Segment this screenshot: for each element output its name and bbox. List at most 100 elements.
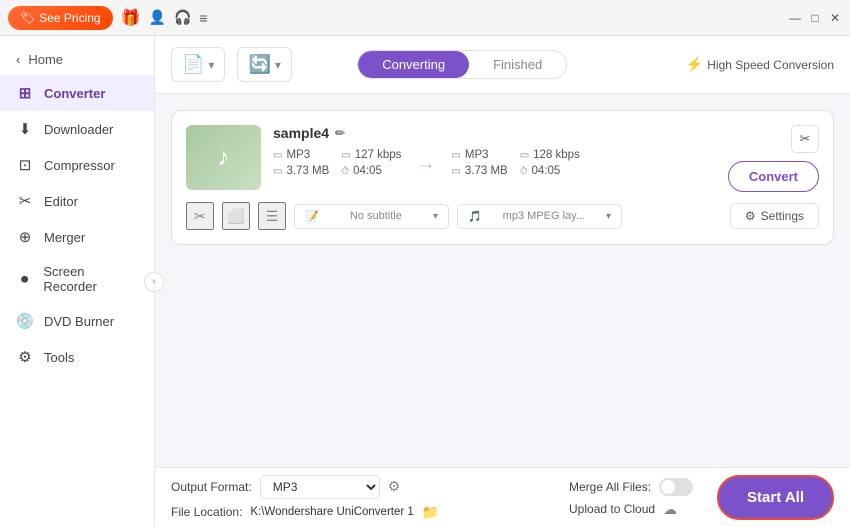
bitrate-icon: ▭ bbox=[341, 150, 350, 161]
source-size-row: ▭ 3.73 MB bbox=[273, 165, 329, 177]
add-file-icon: 📄 bbox=[182, 54, 204, 75]
add-extra-icon: 🔄 bbox=[248, 54, 270, 75]
cut-icon-button[interactable]: ✂ bbox=[186, 202, 214, 230]
cloud-upload-icon[interactable]: ☁ bbox=[663, 501, 677, 518]
duration-icon: ⏱ bbox=[341, 166, 349, 177]
output-format-label: Output Format: bbox=[171, 480, 252, 494]
tab-converting[interactable]: Converting bbox=[358, 51, 469, 78]
see-pricing-button[interactable]: 🏷 See Pricing bbox=[8, 6, 113, 30]
back-arrow-icon: ‹ bbox=[16, 52, 20, 67]
sidebar-item-label: Screen Recorder bbox=[43, 264, 138, 294]
close-button[interactable]: ✕ bbox=[828, 11, 842, 25]
add-extra-button[interactable]: 🔄 ▾ bbox=[237, 47, 291, 82]
sidebar-item-label: DVD Burner bbox=[44, 314, 114, 329]
sidebar: ‹ Home ⊞ Converter ⬇ Downloader ⊡ Compre… bbox=[0, 36, 155, 527]
sidebar-item-label: Converter bbox=[44, 86, 105, 101]
file-thumbnail: ♪ bbox=[186, 125, 261, 190]
sidebar-item-label: Downloader bbox=[44, 122, 113, 137]
title-bar-left: 🏷 See Pricing 🎁 👤 🎧 ≡ bbox=[8, 6, 208, 30]
music-note-icon: ♪ bbox=[218, 144, 230, 172]
dest-size-row: ▭ 3.73 MB bbox=[451, 165, 507, 177]
convert-arrow-icon: → bbox=[417, 153, 435, 174]
add-file-button[interactable]: 📄 ▾ bbox=[171, 47, 225, 82]
list-icon-button[interactable]: ☰ bbox=[258, 202, 286, 230]
maximize-button[interactable]: □ bbox=[808, 11, 822, 25]
sidebar-item-label: Merger bbox=[44, 230, 85, 245]
crop-icon-button[interactable]: ⬜ bbox=[222, 202, 250, 230]
bottom-left: Output Format: MP3 ⚙ File Location: K:\W… bbox=[171, 475, 553, 521]
merge-files-row: Merge All Files: bbox=[569, 478, 693, 496]
file-format-icon: ▭ bbox=[273, 150, 282, 161]
edit-icon[interactable]: ✏ bbox=[335, 126, 345, 140]
dest-duration-icon: ⏱ bbox=[520, 166, 528, 177]
file-area: ♪ sample4 ✏ ▭ MP3 bbox=[155, 94, 850, 467]
toolbar: 📄 ▾ 🔄 ▾ Converting Finished ⚡ High Speed… bbox=[155, 36, 850, 94]
source-duration-row: ⏱ 04:05 bbox=[341, 165, 401, 177]
sidebar-item-screen-recorder[interactable]: ⏺ Screen Recorder bbox=[0, 255, 154, 303]
user-icon[interactable]: 👤 bbox=[149, 9, 166, 26]
minimize-button[interactable]: — bbox=[788, 11, 802, 25]
layer-arrow-icon: ▾ bbox=[606, 211, 611, 222]
upload-cloud-row: Upload to Cloud ☁ bbox=[569, 501, 693, 518]
settings-button[interactable]: ⚙ Settings bbox=[730, 203, 819, 229]
sidebar-item-downloader[interactable]: ⬇ Downloader bbox=[0, 111, 154, 147]
file-card: ♪ sample4 ✏ ▭ MP3 bbox=[171, 110, 834, 245]
bottom-bar: Output Format: MP3 ⚙ File Location: K:\W… bbox=[155, 467, 850, 527]
content-area: 📄 ▾ 🔄 ▾ Converting Finished ⚡ High Speed… bbox=[155, 36, 850, 527]
app-body: ‹ Home ⊞ Converter ⬇ Downloader ⊡ Compre… bbox=[0, 36, 850, 527]
merge-files-label: Merge All Files: bbox=[569, 480, 651, 494]
screen-recorder-icon: ⏺ bbox=[16, 270, 33, 288]
meta-dest: ▭ MP3 ▭ 3.73 MB bbox=[451, 149, 507, 177]
file-info: sample4 ✏ ▭ MP3 ▭ 3.73 bbox=[273, 125, 716, 177]
sidebar-item-dvd-burner[interactable]: 💿 DVD Burner bbox=[0, 303, 154, 339]
file-card-top: ♪ sample4 ✏ ▭ MP3 bbox=[186, 125, 819, 192]
add-label: ▾ bbox=[208, 58, 214, 72]
title-bar: 🏷 See Pricing 🎁 👤 🎧 ≡ — □ ✕ bbox=[0, 0, 850, 36]
tab-group: Converting Finished bbox=[357, 50, 567, 79]
meta-dest-extra: ▭ 128 kbps ⏱ 04:05 bbox=[520, 149, 580, 177]
tools-icon: ⚙ bbox=[16, 348, 34, 366]
sidebar-home[interactable]: ‹ Home bbox=[0, 44, 154, 75]
gift-icon[interactable]: 🎁 bbox=[121, 8, 141, 28]
sidebar-item-editor[interactable]: ✂ Editor bbox=[0, 183, 154, 219]
high-speed-info: ⚡ High Speed Conversion bbox=[686, 56, 834, 73]
subtitle-select[interactable]: 📝 No subtitle ▾ bbox=[294, 204, 449, 229]
subtitle-icon: 📝 bbox=[305, 210, 319, 223]
dest-bitrate-row: ▭ 128 kbps bbox=[520, 149, 580, 161]
subtitle-arrow-icon: ▾ bbox=[433, 211, 438, 222]
editor-icon: ✂ bbox=[16, 192, 34, 210]
action-edit-button[interactable]: ✂ bbox=[791, 125, 819, 153]
source-bitrate-row: ▭ 127 kbps bbox=[341, 149, 401, 161]
merge-files-toggle[interactable] bbox=[659, 478, 693, 496]
thumb-actions: ✂ bbox=[791, 125, 819, 153]
output-format-select[interactable]: MP3 bbox=[260, 475, 380, 499]
bolt-icon: ⚡ bbox=[686, 56, 703, 73]
dest-format-icon: ▭ bbox=[451, 150, 460, 161]
window-controls: — □ ✕ bbox=[788, 11, 842, 25]
bottom-right-controls: Merge All Files: Upload to Cloud ☁ bbox=[569, 478, 693, 518]
output-format-row: Output Format: MP3 ⚙ bbox=[171, 475, 553, 499]
source-format-row: ▭ MP3 bbox=[273, 149, 329, 161]
sidebar-item-merger[interactable]: ⊕ Merger bbox=[0, 219, 154, 255]
sidebar-item-label: Compressor bbox=[44, 158, 115, 173]
convert-button[interactable]: Convert bbox=[728, 161, 819, 192]
merger-icon: ⊕ bbox=[16, 228, 34, 246]
headphone-icon[interactable]: 🎧 bbox=[174, 9, 191, 26]
sidebar-item-compressor[interactable]: ⊡ Compressor bbox=[0, 147, 154, 183]
tab-finished[interactable]: Finished bbox=[469, 51, 566, 78]
file-location-row: File Location: K:\Wondershare UniConvert… bbox=[171, 504, 553, 521]
layer-select[interactable]: 🎵 mp3 MPEG lay... ▾ bbox=[457, 204, 622, 229]
sidebar-item-converter[interactable]: ⊞ Converter bbox=[0, 75, 154, 111]
meta-source: ▭ MP3 ▭ 3.73 MB bbox=[273, 149, 329, 177]
dest-size-icon: ▭ bbox=[451, 166, 460, 177]
menu-icon[interactable]: ≡ bbox=[199, 10, 207, 26]
file-meta: ▭ MP3 ▭ 3.73 MB ▭ bbox=[273, 149, 716, 177]
layer-icon: 🎵 bbox=[468, 210, 482, 223]
folder-open-icon[interactable]: 📁 bbox=[422, 504, 439, 521]
sidebar-item-tools[interactable]: ⚙ Tools bbox=[0, 339, 154, 375]
settings-folder-icon[interactable]: ⚙ bbox=[388, 478, 401, 495]
start-all-button[interactable]: Start All bbox=[717, 475, 834, 520]
sidebar-collapse-button[interactable]: › bbox=[144, 272, 164, 292]
converter-icon: ⊞ bbox=[16, 84, 34, 102]
file-location-value: K:\Wondershare UniConverter 1 bbox=[250, 506, 413, 518]
